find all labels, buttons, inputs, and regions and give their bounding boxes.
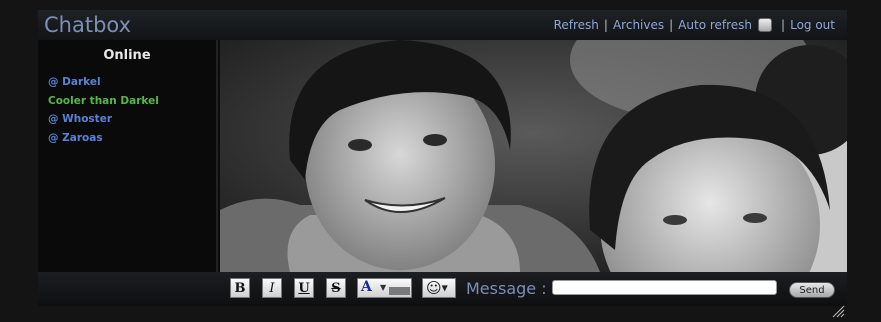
- user-item-darkel[interactable]: @ Darkel: [48, 73, 216, 92]
- chat-background-photo: [220, 40, 847, 272]
- user-item-cooler-than-darkel[interactable]: Cooler than Darkel: [48, 92, 216, 111]
- user-item-zaroas[interactable]: @ Zaroas: [48, 129, 216, 148]
- auto-refresh-label[interactable]: Auto refresh: [678, 18, 752, 32]
- message-input[interactable]: [552, 280, 777, 295]
- color-swatch: [389, 287, 410, 295]
- send-button[interactable]: Send: [789, 282, 835, 298]
- chevron-down-icon: ▼: [380, 283, 387, 292]
- header-links: Refresh | Archives | Auto refresh | Log …: [554, 18, 835, 32]
- underline-button[interactable]: U: [294, 278, 314, 298]
- chevron-down-icon: ▼: [441, 283, 448, 293]
- font-color-button[interactable]: A ▼: [357, 278, 412, 298]
- auto-refresh-checkbox[interactable]: [758, 18, 773, 32]
- refresh-link[interactable]: Refresh: [554, 18, 599, 32]
- resize-grip-icon[interactable]: [831, 304, 845, 318]
- user-item-whoster[interactable]: @ Whoster: [48, 110, 216, 129]
- bold-button[interactable]: B: [230, 278, 250, 298]
- separator: |: [669, 18, 674, 32]
- chatbox-title: Chatbox: [44, 13, 132, 37]
- chatbox-header: Chatbox Refresh | Archives | Auto refres…: [38, 10, 847, 40]
- message-label: Message :: [466, 279, 547, 298]
- online-heading: Online: [103, 48, 151, 63]
- user-list: @ Darkel Cooler than Darkel @ Whoster @ …: [38, 73, 216, 147]
- separator: |: [603, 18, 608, 32]
- chatbox-window: Chatbox Refresh | Archives | Auto refres…: [38, 10, 847, 306]
- strike-button[interactable]: S: [326, 278, 346, 298]
- separator: |: [781, 18, 786, 32]
- photo-illustration: [220, 40, 847, 272]
- font-color-icon: A: [361, 279, 372, 295]
- archives-link[interactable]: Archives: [613, 18, 664, 32]
- smiley-icon: ☺: [426, 279, 442, 297]
- message-toolbar: B I U S A ▼ ☺▼ Message : Send: [38, 272, 847, 306]
- italic-button[interactable]: I: [262, 278, 282, 298]
- logout-link[interactable]: Log out: [790, 18, 835, 32]
- online-users-panel: Online @ Darkel Cooler than Darkel @ Who…: [38, 40, 218, 272]
- smiley-button[interactable]: ☺▼: [422, 278, 456, 298]
